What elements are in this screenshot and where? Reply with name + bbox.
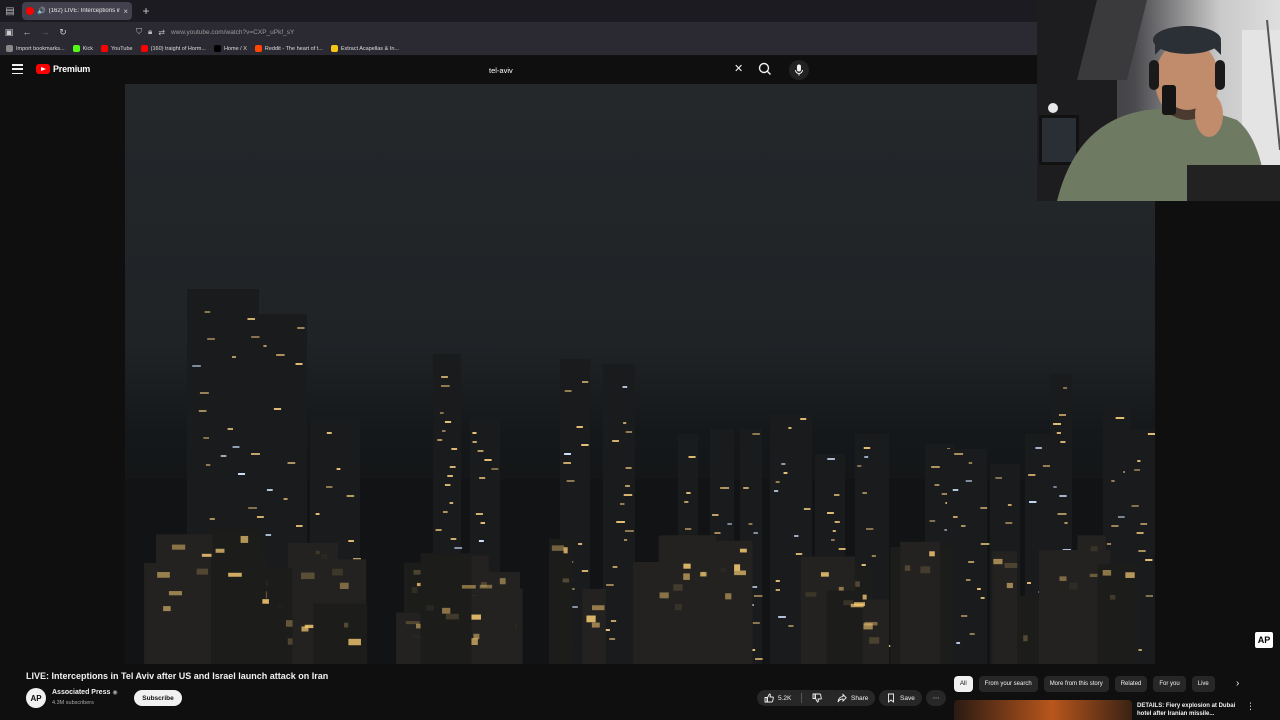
bookmark-label[interactable]: Reddit - The heart of t... [265,46,323,52]
bookmark-label[interactable]: Kick [83,46,93,52]
bookmark-favicon-icon [140,45,148,52]
recommended-title[interactable]: DETAILS: Fiery explosion at Dubai hotel … [1137,702,1245,718]
verified-badge-icon: ◉ [112,690,118,696]
bookmark-label[interactable]: (160) traight of Horm... [151,46,206,52]
share-label: Share [851,694,869,702]
browser-tab-active[interactable]: 🔊 (162) LIVE: Interceptions in × [22,2,132,20]
tab-close-icon[interactable]: × [123,7,128,16]
chips-next-icon[interactable]: › [1236,678,1239,689]
shield-icon[interactable]: ⛉ [136,27,142,37]
bookmark-item[interactable]: Kick [72,45,93,52]
night-city-skyline-image [125,289,1155,664]
chip-from-your-search[interactable]: From your search [978,676,1038,692]
bookmark-item[interactable]: Import bookmarks... [6,45,65,52]
channel-name-text[interactable]: Associated Press [52,689,110,696]
thumbs-up-icon[interactable] [764,693,774,703]
webcam-overlay [1037,0,1280,201]
bookmark-item[interactable]: YouTube [101,45,133,52]
permissions-icon[interactable]: ⇄ [158,28,165,37]
youtube-favicon-icon [26,7,34,15]
menu-icon[interactable] [12,64,23,74]
chip-more-from-this-story[interactable]: More from this story [1043,676,1109,692]
like-count[interactable]: 5.2K [778,695,791,702]
microphone-icon [795,64,803,76]
bookmark-item[interactable]: Extract Acapellas & In... [330,45,399,52]
chip-all[interactable]: All [954,676,973,692]
more-actions-icon: ⋯ [932,695,940,702]
recommended-more-icon[interactable]: ⋮ [1246,701,1255,712]
recommended-thumbnail[interactable] [954,700,1132,720]
chip-related[interactable]: Related [1114,676,1148,692]
bookmark-label[interactable]: Extract Acapellas & In... [341,46,399,52]
channel-name[interactable]: Associated Press ◉ [52,689,118,696]
clear-search-icon[interactable]: ✕ [734,62,743,75]
chip-for-you[interactable]: For you [1153,676,1186,692]
address-bar[interactable]: ⛉ 🔒︎ ⇄ www.youtube.com/watch?v=CXP_uPkf_… [132,24,1037,40]
back-icon[interactable]: ← [18,22,36,42]
video-title: LIVE: Interceptions in Tel Aviv after US… [26,671,329,681]
youtube-logo[interactable]: Premium [36,64,90,74]
like-divider [801,693,803,703]
streamer-webcam-image [1037,0,1280,201]
video-player[interactable] [125,84,1155,664]
search-icon [758,62,771,75]
lock-icon[interactable]: 🔒︎ [148,27,152,37]
more-actions-button[interactable]: ⋯ [926,690,946,706]
bookmark-favicon-icon [101,45,108,52]
subscribe-button[interactable]: Subscribe [134,690,182,706]
bookmark-label[interactable]: Import bookmarks... [16,46,65,52]
bookmark-label[interactable]: Home / X [224,46,247,52]
url-text[interactable]: www.youtube.com/watch?v=CXP_uPkf_sY [171,29,294,36]
recommendation-chips: All From your search More from this story R… [954,676,1229,692]
bookmark-favicon-icon [213,45,221,52]
tab-list-icon[interactable]: ▤ [0,0,20,22]
share-button[interactable]: Share [830,690,876,706]
new-tab-button[interactable]: + [136,4,156,18]
sidebar-toggle-icon[interactable]: ▣ [0,22,18,42]
bookmark-item[interactable]: (160) traight of Horm... [140,45,206,52]
forward-icon[interactable]: → [36,22,54,42]
bookmark-item[interactable]: Home / X [213,45,247,52]
bookmark-favicon-icon [72,45,80,52]
share-icon [837,693,847,703]
tab-title: (162) LIVE: Interceptions in [48,8,121,14]
bookmark-icon [888,693,894,703]
search-input[interactable]: tel-aviv [480,60,755,80]
logo-premium-text: Premium [53,64,91,74]
save-label: Save [900,694,915,702]
search-button[interactable] [755,59,775,79]
reload-icon[interactable]: ↻ [54,22,72,42]
bookmark-favicon-icon [330,45,338,52]
subscriber-count: 4.3M subscribers [52,700,94,706]
bookmark-favicon-icon [254,45,262,52]
voice-search-button[interactable] [789,60,809,80]
save-button[interactable]: Save [879,690,922,706]
youtube-play-icon [36,64,50,74]
bookmark-favicon-icon [6,45,13,52]
speaker-icon[interactable]: 🔊 [37,7,46,15]
chip-live[interactable]: Live [1191,676,1215,692]
ap-watermark-logo: AP [1255,632,1273,648]
thumbs-down-icon[interactable] [812,693,823,703]
channel-avatar[interactable]: AP [26,688,46,708]
like-dislike-group: 5.2K [757,690,841,706]
bookmark-item[interactable]: Reddit - The heart of t... [254,45,323,52]
bookmark-label[interactable]: YouTube [111,46,133,52]
